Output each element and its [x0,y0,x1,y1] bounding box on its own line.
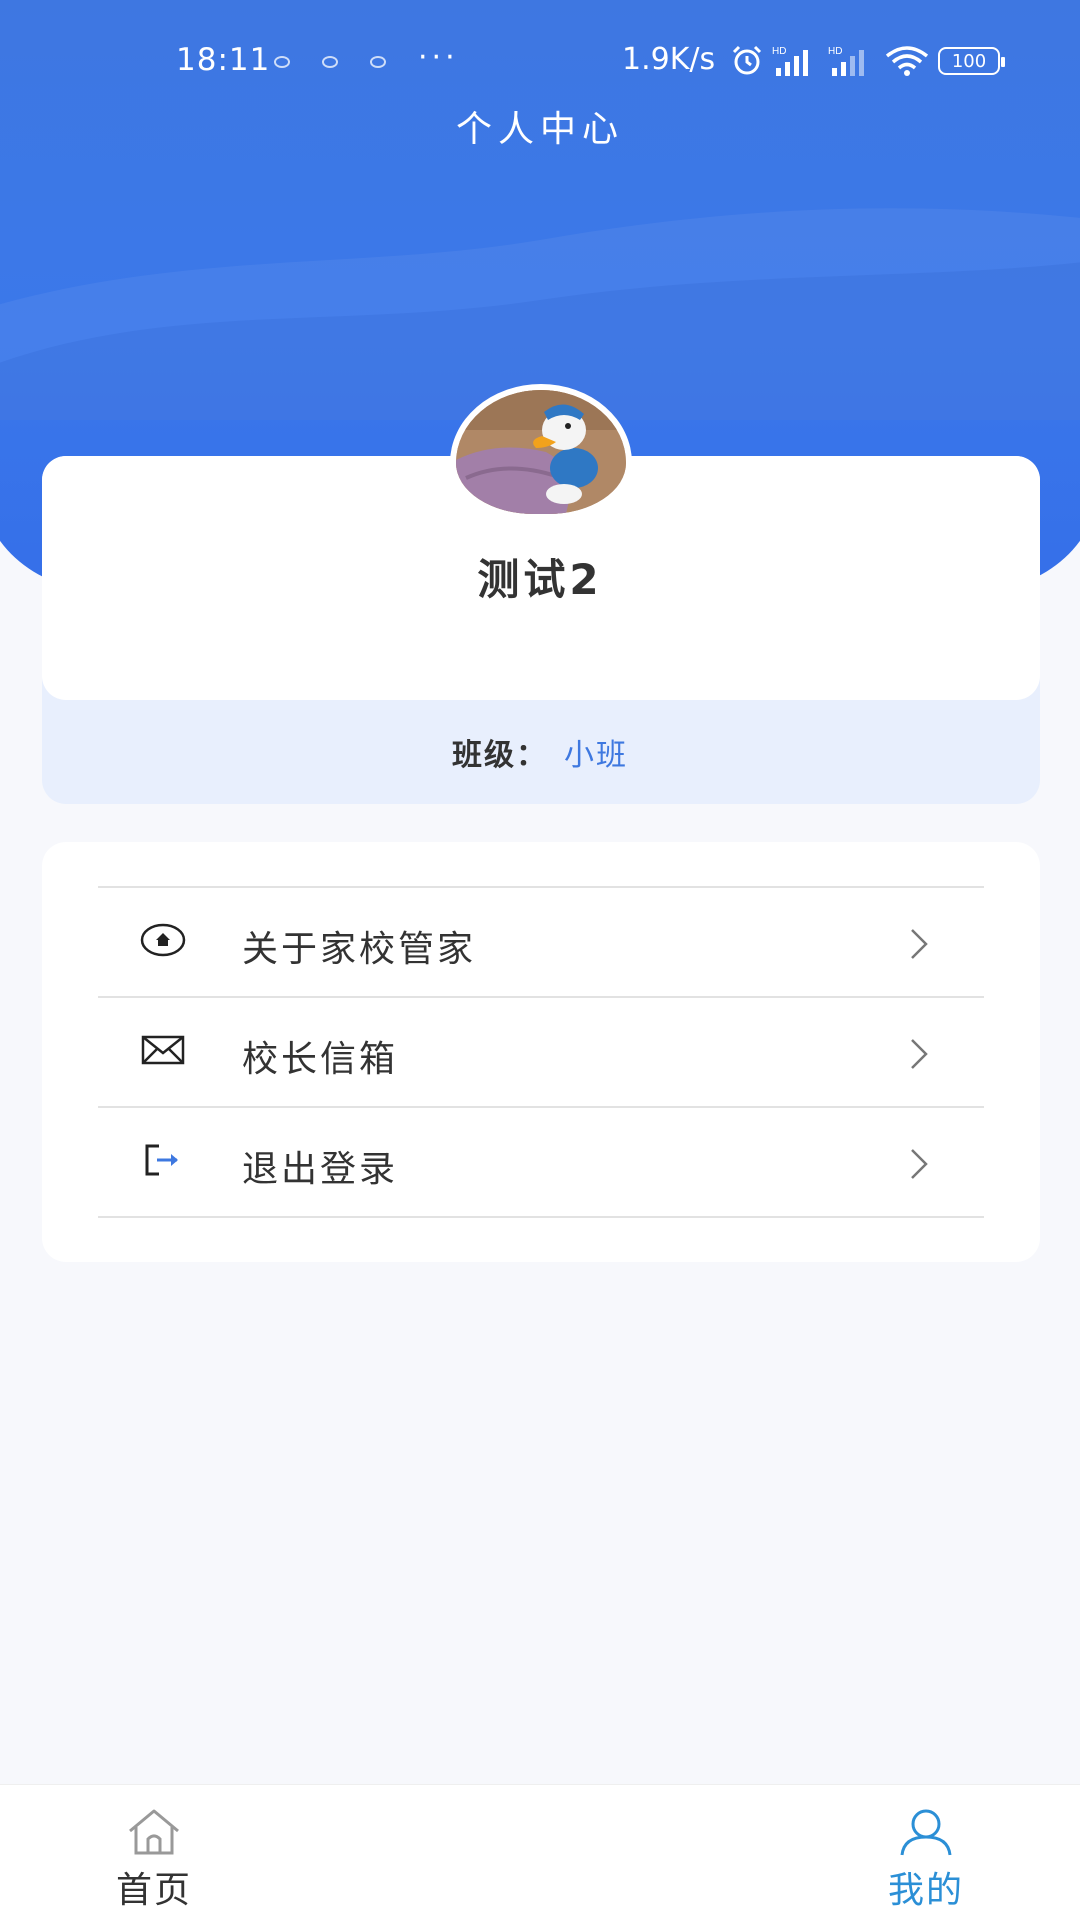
tab-mine-label: 我的 [887,1870,964,1911]
tab-home-label: 首页 [115,1870,192,1911]
class-value: 小班 [564,738,628,773]
menu-item-label: 校长信箱 [242,1039,399,1080]
profile-screen: 18:11 ··· 1.9K/s HD HD 100 个人中心 测试2 班级： … [0,0,1080,1920]
class-label: 班级： [452,738,548,773]
chevron-right-icon [911,929,928,959]
svg-text:HD: HD [828,46,842,57]
signal-hd-icon: HD [772,46,808,76]
alarm-icon [732,45,762,75]
page-title: 个人中心 [455,109,624,150]
more-notifications-icon: ··· [418,40,459,75]
header-wave-decoration [0,208,1080,420]
battery-icon: 100 [938,47,1005,75]
tab-home[interactable]: 首页 [64,1785,244,1920]
battery-level: 100 [951,50,987,72]
user-icon [900,1809,952,1856]
avatar-image [456,390,626,514]
notification-icon [370,56,386,68]
home-circle-icon [140,920,186,960]
user-name: 测试2 [477,555,603,604]
bottom-tab-bar: 首页 我的 [0,1784,1080,1920]
menu-item-about[interactable]: 关于家校管家 [98,888,984,998]
tab-mine[interactable]: 我的 [836,1785,1016,1920]
mail-icon [140,1030,186,1070]
wifi-icon [885,46,929,76]
svg-text:HD: HD [772,46,786,57]
chevron-right-icon [911,1039,928,1069]
menu-item-principal-mailbox[interactable]: 校长信箱 [98,998,984,1108]
network-speed: 1.9K/s [622,42,716,77]
status-bar: 18:11 ··· 1.9K/s HD HD 100 [0,28,1080,92]
chevron-right-icon [911,1149,928,1179]
menu-item-label: 退出登录 [242,1149,399,1190]
notification-icon [322,56,338,68]
menu-item-label: 关于家校管家 [242,929,477,970]
menu-list: 关于家校管家 校长信箱 退出登录 [98,886,984,1218]
notification-icon [274,56,290,68]
class-row: 班级： 小班 [0,730,1080,774]
menu-item-logout[interactable]: 退出登录 [98,1108,984,1218]
home-icon [129,1809,179,1855]
status-icons: HD HD 100 [730,44,1005,78]
logout-icon [140,1140,186,1180]
menu-card: 关于家校管家 校长信箱 退出登录 [42,842,1040,1262]
signal-hd-icon: HD [828,46,864,76]
status-time: 18:11 [176,42,271,78]
